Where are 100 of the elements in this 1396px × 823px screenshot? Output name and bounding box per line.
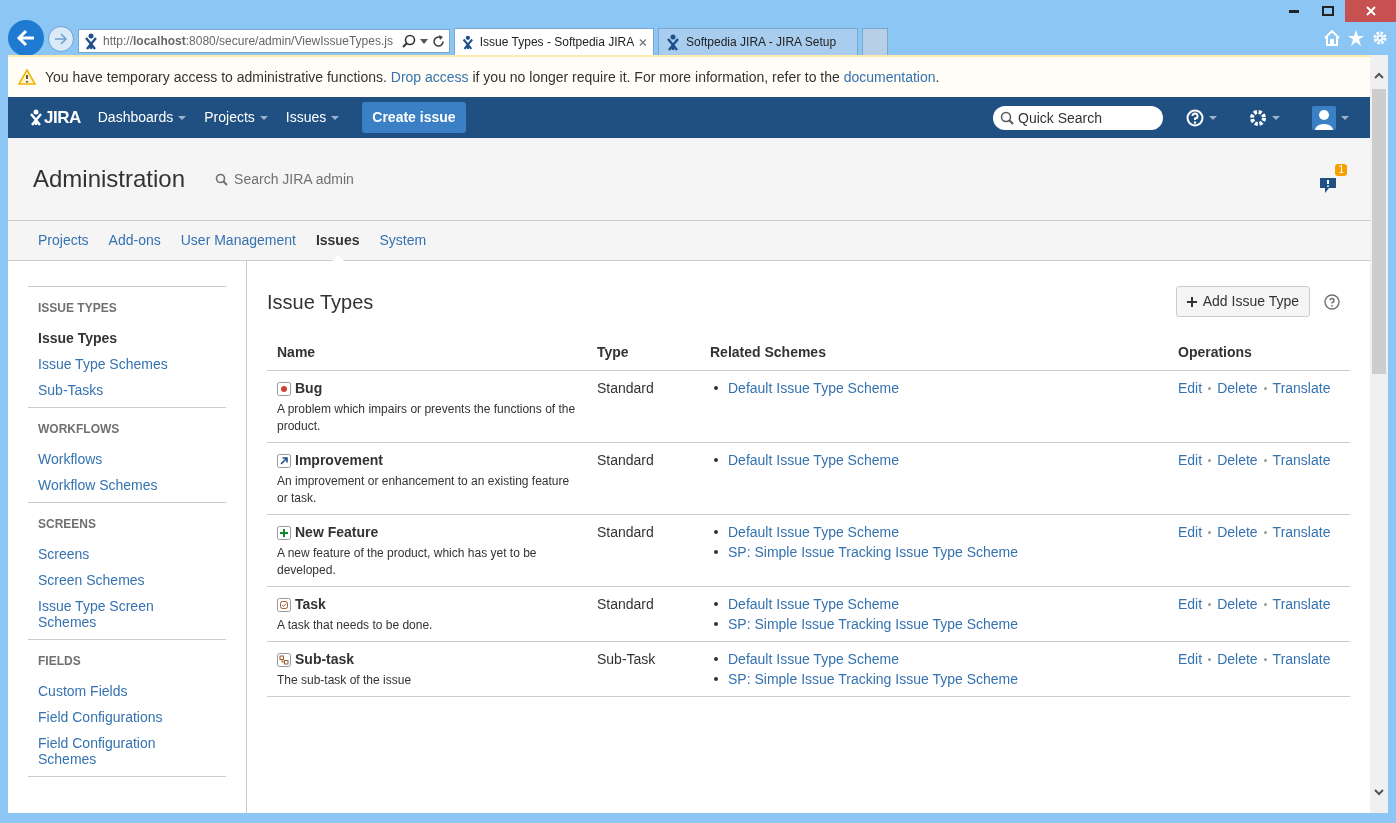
operation-link[interactable]: Edit [1178,521,1203,543]
operation-link[interactable]: Edit [1178,449,1203,471]
issue-type-name: Improvement [295,451,383,470]
sidebar-link[interactable]: Issue Types [38,325,191,351]
sidebar-link[interactable]: Issue Type Schemes [38,351,191,377]
scheme-link[interactable]: SP: Simple Issue Tracking Issue Type Scheme [728,541,1018,563]
scheme-link[interactable]: Default Issue Type Scheme [728,648,899,670]
page-title: Administration [33,164,186,194]
issue-type-name: Sub-task [295,650,355,669]
sidebar-link[interactable]: Field Configuration Schemes [38,730,191,772]
scheme-link[interactable]: Default Issue Type Scheme [728,593,899,615]
url-text: http://localhost:8080/secure/admin/ViewIssueTypes.js [103,33,393,50]
quick-search-field[interactable]: Quick Search [993,105,1163,130]
scrollbar[interactable] [1370,55,1388,813]
admin-tab[interactable]: Add-ons [98,220,171,261]
operation-link[interactable]: Edit [1178,377,1203,399]
close-button[interactable] [1345,0,1396,22]
bullet-icon [714,677,718,681]
admin-tab[interactable]: System [369,220,437,261]
bullet-icon [714,530,718,534]
section-heading: FIELDS [38,653,82,670]
help-icon [1186,108,1204,127]
logo-icon [28,108,44,127]
bullet-icon [714,550,718,554]
jira-logo[interactable]: JIRA [28,104,81,131]
sidebar-link[interactable]: Workflow Schemes [38,472,191,498]
sidebar-link[interactable]: Screens [38,541,191,567]
checkbox-icon [277,597,291,612]
dropdown-caret-icon[interactable] [420,38,428,44]
site-logo-icon [665,33,681,51]
sidebar-link[interactable]: Sub-Tasks [38,377,191,403]
notification-count: 1 [1335,164,1347,176]
sidebar-link[interactable]: Issue Type Screen Schemes [38,593,191,635]
search-icon[interactable] [402,34,416,48]
type-cell: Standard [587,442,700,515]
admin-search-field[interactable]: Search JIRA admin [234,168,435,190]
nav-menu[interactable]: Projects [195,107,277,128]
issue-type-name: Task [295,595,326,614]
operation-link[interactable]: Delete [1217,449,1258,471]
issue-type-description: The sub-task of the issue [277,672,413,689]
admin-tab[interactable]: Projects [28,220,99,261]
operation-link[interactable]: Delete [1217,521,1258,543]
browser-tab[interactable]: Issue Types - Softpedia JIRA [454,28,654,55]
star-icon[interactable] [1348,30,1364,46]
operation-link[interactable]: Translate [1272,449,1331,471]
scheme-link[interactable]: SP: Simple Issue Tracking Issue Type Scheme [728,613,1018,635]
refresh-icon[interactable] [432,34,445,48]
operation-link[interactable]: Delete [1217,377,1258,399]
operation-link[interactable]: Delete [1217,593,1258,615]
operation-link[interactable]: Translate [1272,521,1331,543]
message-link[interactable]: Drop access [390,68,469,85]
nav-menu[interactable]: Dashboards [88,107,196,128]
sidebar-link[interactable]: Screen Schemes [38,567,191,593]
operation-link[interactable]: Translate [1272,648,1331,670]
help-icon[interactable] [1324,293,1340,310]
scroll-up-icon[interactable] [1373,71,1385,81]
issue-type-description: A new feature of the product, which has yet to be developed. [277,545,538,579]
issue-type-description: A problem which impairs or prevents the functions of the product. [277,401,577,435]
operation-link[interactable]: Translate [1272,593,1331,615]
address-bar[interactable]: http://localhost:8080/secure/admin/ViewIssueTypes.js [78,29,450,53]
operation-link[interactable]: Delete [1217,648,1258,670]
section-heading: WORKFLOWS [38,421,121,438]
bullet-icon [714,657,718,661]
admin-tab[interactable]: User Management [170,220,306,261]
settings-icon [1249,108,1267,127]
column-header: Type [587,335,700,371]
sidebar-link[interactable]: Field Configurations [38,704,191,730]
arrow-icon [277,453,291,468]
operation-link[interactable]: Edit [1178,648,1203,670]
maximize-icon [1322,6,1334,16]
issue-type-name: New Feature [295,523,379,542]
back-button[interactable] [8,20,44,56]
plus-icon [277,525,291,540]
close-icon [1365,6,1376,16]
issue-type-description: A task that needs to be done. [277,617,434,634]
scroll-down-icon[interactable] [1373,787,1385,797]
create-issue-button[interactable]: Create issue [362,102,466,133]
forward-arrow-icon [54,33,68,45]
message-link[interactable]: documentation [843,68,936,85]
scheme-link[interactable]: SP: Simple Issue Tracking Issue Type Scheme [728,668,1018,690]
section-heading: ISSUE TYPES [38,300,118,317]
scheme-link[interactable]: Default Issue Type Scheme [728,449,899,471]
type-cell: Standard [587,586,700,642]
nav-menu[interactable]: Issues [276,107,349,128]
browser-tab[interactable]: Softpedia JIRA - JIRA Setup [658,28,858,55]
minimize-icon [1289,9,1299,13]
operation-link[interactable]: Edit [1178,593,1203,615]
scheme-link[interactable]: Default Issue Type Scheme [728,521,899,543]
bug-icon [277,381,291,396]
sidebar-link[interactable]: Workflows [38,446,191,472]
search-icon [215,172,229,186]
admin-tab[interactable]: Issues [305,220,370,261]
close-icon[interactable] [639,37,647,47]
sidebar-link[interactable]: Custom Fields [38,678,191,704]
bullet-icon [714,458,718,462]
operation-link[interactable]: Translate [1272,377,1331,399]
add-issue-type-button[interactable]: Add Issue Type [1175,286,1310,317]
warning-icon [18,69,36,85]
back-arrow-icon [16,29,36,47]
scheme-link[interactable]: Default Issue Type Scheme [728,377,899,399]
